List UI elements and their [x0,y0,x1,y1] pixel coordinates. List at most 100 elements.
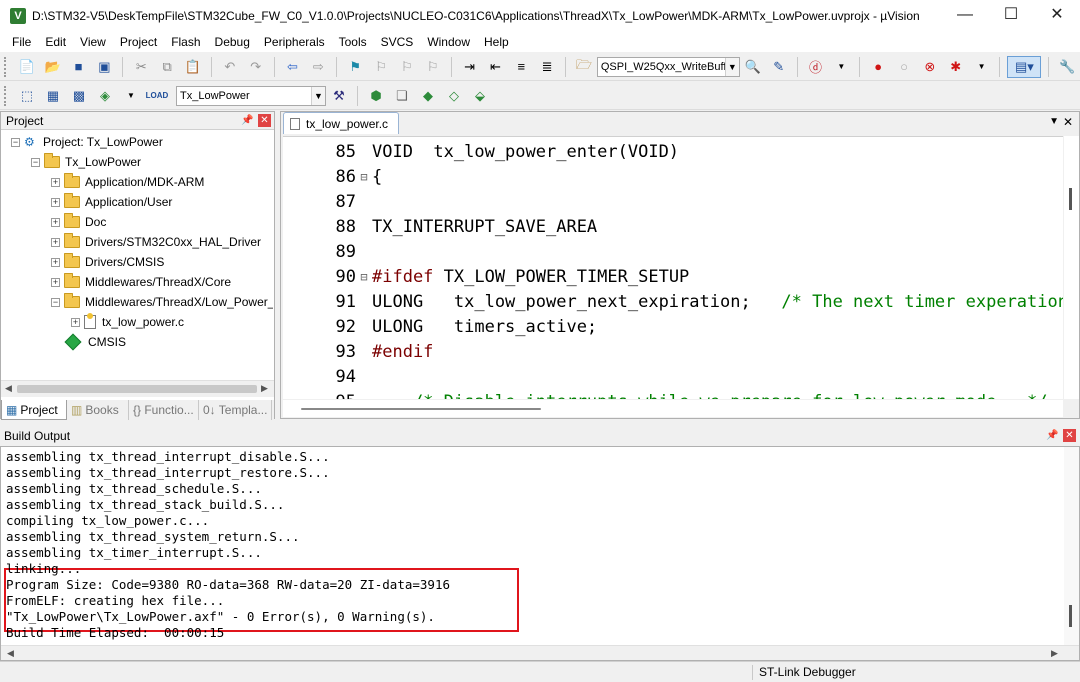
code-line[interactable]: 95 /* Disable interrupts while we prepar… [283,389,1048,400]
collapse-icon[interactable]: − [11,137,20,147]
tree-item-target[interactable]: − Tx_LowPower [31,152,141,172]
toolbar-grip[interactable] [4,85,8,106]
open-file-icon[interactable]: 📂 [42,56,64,78]
code-line[interactable]: 94 [283,364,372,389]
tree-item-group[interactable]: + Doc [51,212,106,232]
tree-item-project-root[interactable]: − ⚙ Project: Tx_LowPower [11,132,163,152]
file-extensions-icon[interactable]: ❏ [391,85,413,107]
build-output-panel[interactable]: ◀ ▶ assembling tx_thread_interrupt_disab… [0,446,1080,661]
menu-svcs[interactable]: SVCS [374,35,421,49]
menu-window[interactable]: Window [420,35,477,49]
indent-icon[interactable]: ⇥ [459,56,481,78]
rebuild-icon[interactable]: ▩ [68,85,90,107]
scroll-right-icon[interactable]: ▶ [261,383,268,394]
code-line[interactable]: 86 ⊟{ [283,164,383,189]
manage-components-icon[interactable]: ⬢ [365,85,387,107]
redo-icon[interactable]: ↷ [245,56,267,78]
window-layout-icon[interactable]: ▤▾ [1007,55,1042,78]
expand-icon[interactable]: + [51,197,60,207]
scroll-left-icon[interactable]: ◀ [7,648,14,659]
expand-icon[interactable]: + [51,257,60,267]
new-file-icon[interactable]: 📄 [16,56,38,78]
code-line[interactable]: 87 [283,189,372,214]
kill-breakpoints-icon[interactable]: ✱ [945,56,967,78]
run-time-env-icon[interactable]: ⬙ [469,85,491,107]
fold-toggle-icon[interactable]: ⊟ [356,270,372,284]
navigate-forward-icon[interactable]: ⇨ [307,56,329,78]
configure-wrench-icon[interactable]: 🔧 [1056,56,1078,78]
tree-item-component[interactable]: CMSIS [64,332,126,352]
comment-icon[interactable]: ≡ [510,56,532,78]
scroll-left-icon[interactable]: ◀ [5,383,12,394]
debug-session-icon[interactable]: ⓓ [805,56,827,78]
code-line[interactable]: 91 ULONG tx_low_power_next_expiration; /*… [283,289,1063,314]
code-line[interactable]: 88 TX_INTERRUPT_SAVE_AREA [283,214,598,239]
target-select[interactable]: Tx_LowPower ▼ [176,85,326,106]
scroll-thumb[interactable] [1069,188,1072,210]
menu-view[interactable]: View [73,35,113,49]
menu-edit[interactable]: Edit [38,35,73,49]
tree-item-group[interactable]: + Drivers/STM32C0xx_HAL_Driver [51,232,261,252]
project-hscrollbar[interactable]: ◀ ▶ [1,380,274,397]
fold-toggle-icon[interactable]: ⊟ [356,170,372,184]
tree-item-group[interactable]: + Application/User [51,192,172,212]
next-bookmark-icon[interactable]: ⚐ [396,56,418,78]
find-in-files-icon[interactable]: 🗁 [573,56,595,78]
breakpoint-dropdown-icon[interactable]: ▼ [971,56,993,78]
maximize-button[interactable]: ☐ [988,0,1034,32]
debug-dropdown-icon[interactable]: ▼ [830,56,852,78]
scroll-thumb[interactable] [17,385,257,393]
menu-project[interactable]: Project [113,35,164,49]
build-vscrollbar[interactable] [1064,447,1079,645]
close-window-button[interactable]: ✕ [1034,0,1080,32]
batch-dropdown-icon[interactable]: ▼ [120,85,142,107]
tab-functions[interactable]: {} Functio... [129,400,199,420]
collapse-icon[interactable]: − [51,297,60,307]
cut-icon[interactable]: ✂ [130,56,152,78]
menu-peripherals[interactable]: Peripherals [257,35,332,49]
incremental-find-icon[interactable]: ✎ [768,56,790,78]
disable-breakpoint-icon[interactable]: ○ [893,56,915,78]
minimize-button[interactable]: — [942,0,988,32]
select-packs-icon[interactable]: ◆ [417,85,439,107]
uncomment-icon[interactable]: ≣ [536,56,558,78]
save-all-icon[interactable]: ▣ [94,56,116,78]
editor-vscrollbar[interactable] [1064,136,1079,399]
find-icon[interactable]: 🔍 [742,56,764,78]
disable-all-breakpoints-icon[interactable]: ⊗ [919,56,941,78]
editor-tab-tx-low-power[interactable]: tx_low_power.c [283,112,400,134]
target-options-icon[interactable]: ⚒ [328,85,350,107]
collapse-icon[interactable]: − [31,157,40,167]
code-line[interactable]: 85 VOID tx_low_power_enter(VOID) [283,139,680,164]
paste-icon[interactable]: 📋 [182,56,204,78]
tab-list-dropdown-icon[interactable]: ▼ [1049,116,1059,127]
menu-help[interactable]: Help [477,35,516,49]
tree-item-file[interactable]: + tx_low_power.c [71,312,184,332]
undo-icon[interactable]: ↶ [219,56,241,78]
menu-file[interactable]: File [5,35,38,49]
code-line[interactable]: 93 #endif [283,339,434,364]
scroll-thumb[interactable] [301,408,541,410]
translate-icon[interactable]: ⬚ [16,85,38,107]
navigate-back-icon[interactable]: ⇦ [282,56,304,78]
close-tab-icon[interactable]: ✕ [1063,115,1073,129]
toolbar-grip[interactable] [4,56,8,77]
pin-icon[interactable]: 📌 [241,115,253,126]
code-editor[interactable]: 85 VOID tx_low_power_enter(VOID) 86 ⊟{87 88 T… [283,136,1063,399]
menu-flash[interactable]: Flash [164,35,207,49]
code-line[interactable]: 92 ULONG timers_active; [283,314,598,339]
expand-icon[interactable]: + [51,237,60,247]
prev-bookmark-icon[interactable]: ⚐ [370,56,392,78]
expand-icon[interactable]: + [51,217,60,227]
expand-icon[interactable]: + [51,277,60,287]
tree-item-group[interactable]: + Drivers/CMSIS [51,252,164,272]
tree-item-group[interactable]: + Middlewares/ThreadX/Core [51,272,231,292]
close-panel-icon[interactable]: ✕ [258,114,271,127]
tab-templates[interactable]: 0↓ Templa... [199,400,272,420]
build-hscrollbar[interactable]: ◀ ▶ [1,645,1079,660]
close-panel-icon[interactable]: ✕ [1063,429,1076,442]
copy-icon[interactable]: ⧉ [156,56,178,78]
code-line[interactable]: 89 [283,239,372,264]
expand-icon[interactable]: + [51,177,60,187]
pin-icon[interactable]: 📌 [1046,430,1058,441]
